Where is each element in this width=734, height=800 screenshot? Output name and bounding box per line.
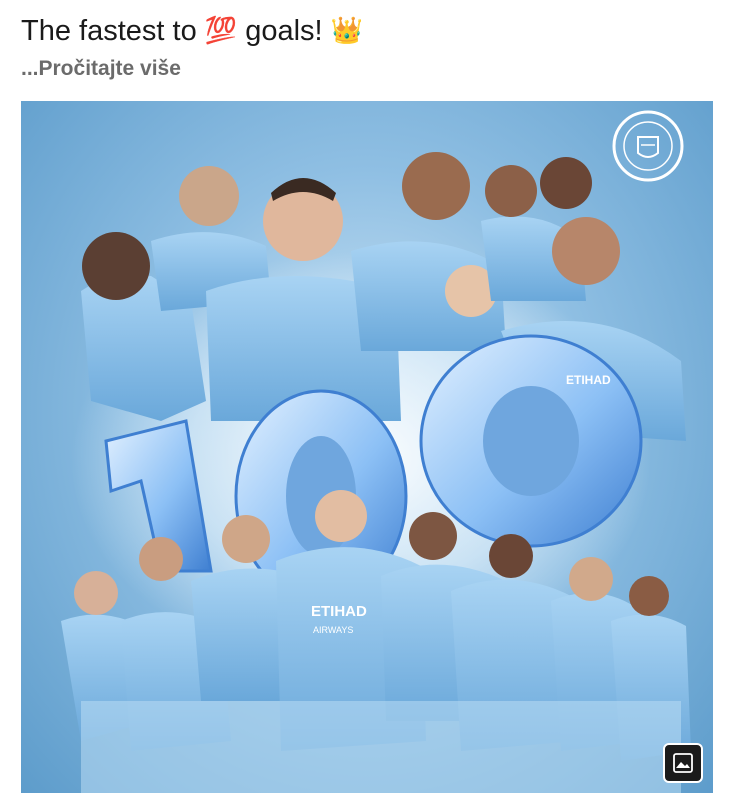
post-image[interactable]: ETIHAD ETIHAD AIRWAYS bbox=[21, 101, 713, 793]
sponsor-sub-on-shirt: AIRWAYS bbox=[313, 625, 353, 635]
image-icon bbox=[673, 753, 693, 773]
post-image-illustration: ETIHAD ETIHAD AIRWAYS bbox=[61, 110, 691, 793]
view-image-button[interactable] bbox=[663, 743, 703, 783]
hundred-points-emoji: 💯 bbox=[204, 15, 238, 45]
sponsor-on-number: ETIHAD bbox=[566, 373, 611, 387]
social-post: The fastest to 💯 goals! 👑 ...Pročitajte … bbox=[0, 0, 734, 800]
club-crest bbox=[612, 110, 684, 182]
read-more-link[interactable]: ...Pročitajte više bbox=[21, 55, 181, 83]
caption-text-start: The fastest to bbox=[21, 15, 205, 47]
crown-emoji: 👑 bbox=[330, 15, 364, 45]
caption-text-end: goals! bbox=[237, 15, 331, 47]
post-caption: The fastest to 💯 goals! 👑 bbox=[21, 10, 363, 51]
sponsor-on-shirt: ETIHAD bbox=[311, 603, 367, 620]
